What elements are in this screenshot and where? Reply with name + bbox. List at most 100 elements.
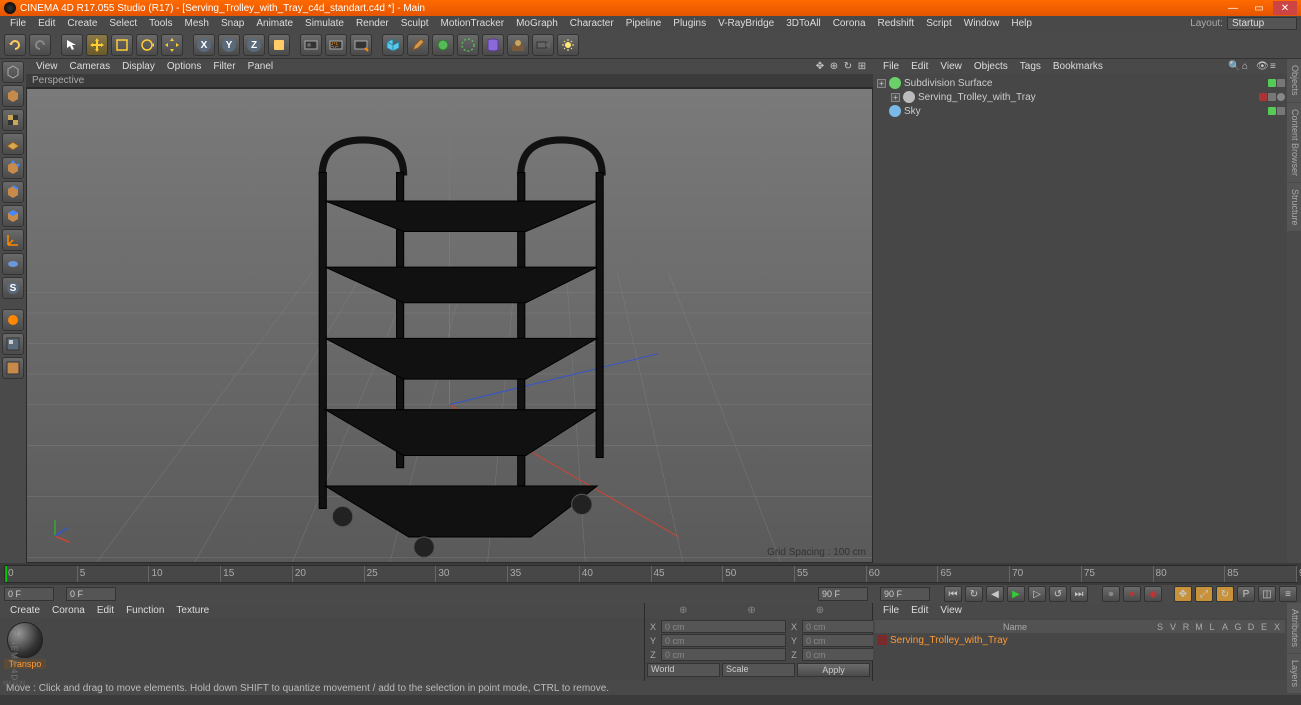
snap-button[interactable]: S (2, 277, 24, 299)
key-param-button[interactable]: P (1237, 586, 1255, 602)
attr-col-g[interactable]: G (1232, 622, 1244, 632)
visibility-dot[interactable] (1277, 107, 1285, 115)
material-list[interactable]: Transpo (0, 618, 644, 681)
menu-simulate[interactable]: Simulate (299, 18, 350, 29)
expand-icon[interactable]: + (877, 79, 886, 88)
scale-button[interactable] (111, 34, 133, 56)
nurbs-button[interactable] (432, 34, 454, 56)
side-tab-structure[interactable]: Structure (1287, 183, 1301, 232)
layer-row[interactable]: Serving_Trolley_with_Tray (875, 633, 1285, 647)
vp-menu-options[interactable]: Options (161, 61, 207, 72)
attr-col-d[interactable]: D (1245, 622, 1257, 632)
pos-x-input[interactable] (661, 620, 786, 633)
attr-menu-file[interactable]: File (877, 605, 905, 616)
menu-character[interactable]: Character (564, 18, 620, 29)
generator-button[interactable] (457, 34, 479, 56)
camera-button[interactable] (532, 34, 554, 56)
attr-col-e[interactable]: E (1258, 622, 1270, 632)
vp-rotate-icon[interactable]: ↻ (842, 61, 854, 73)
texture-mode-button[interactable] (2, 109, 24, 131)
menu-animate[interactable]: Animate (250, 18, 299, 29)
range-start-input[interactable] (66, 587, 116, 601)
vp-menu-filter[interactable]: Filter (207, 61, 241, 72)
obj-menu-tags[interactable]: Tags (1014, 61, 1047, 72)
obj-menu-bookmarks[interactable]: Bookmarks (1047, 61, 1109, 72)
attr-col-x[interactable]: X (1271, 622, 1283, 632)
menu-script[interactable]: Script (920, 18, 958, 29)
menu-mesh[interactable]: Mesh (179, 18, 215, 29)
attr-menu-edit[interactable]: Edit (905, 605, 934, 616)
menu-v-raybridge[interactable]: V-RayBridge (712, 18, 780, 29)
recent-tool-button[interactable] (161, 34, 183, 56)
menu-motiontracker[interactable]: MotionTracker (435, 18, 511, 29)
vp-menu-display[interactable]: Display (116, 61, 161, 72)
redo-button[interactable] (29, 34, 51, 56)
attr-col-s[interactable]: S (1154, 622, 1166, 632)
goto-start-button[interactable]: ⏮ (944, 586, 962, 602)
vp-nav-icon[interactable]: ✥ (814, 61, 826, 73)
menu-select[interactable]: Select (103, 18, 143, 29)
apply-button[interactable]: Apply (797, 663, 870, 677)
play-button[interactable]: ▶ (1007, 586, 1025, 602)
menu-redshift[interactable]: Redshift (872, 18, 921, 29)
attr-col-r[interactable]: R (1180, 622, 1192, 632)
key-pos-button[interactable]: ✥ (1174, 586, 1192, 602)
attr-col-l[interactable]: L (1206, 622, 1218, 632)
obj-menu-file[interactable]: File (877, 61, 905, 72)
viewport-solo-button[interactable] (2, 333, 24, 355)
obj-menu-objects[interactable]: Objects (968, 61, 1014, 72)
tweak-button[interactable] (2, 253, 24, 275)
tree-row[interactable]: +Serving_Trolley_with_Tray (875, 90, 1285, 104)
obj-menu-view[interactable]: View (934, 61, 968, 72)
environment-button[interactable] (507, 34, 529, 56)
side-tab-objects[interactable]: Objects (1287, 59, 1301, 102)
menu-sculpt[interactable]: Sculpt (395, 18, 435, 29)
goto-end-button[interactable]: ⏭ (1070, 586, 1088, 602)
edge-mode-button[interactable] (2, 181, 24, 203)
menu-plugins[interactable]: Plugins (667, 18, 712, 29)
undo-button[interactable] (4, 34, 26, 56)
attr-col-name[interactable]: Name (877, 622, 1153, 632)
menu-help[interactable]: Help (1005, 18, 1038, 29)
axis-button[interactable] (2, 229, 24, 251)
model-mode-button[interactable] (2, 85, 24, 107)
vp-menu-view[interactable]: View (30, 61, 64, 72)
x-axis-button[interactable]: X (193, 34, 215, 56)
attr-tab-layers[interactable]: Layers (1287, 654, 1301, 693)
obj-menu-edit[interactable]: Edit (905, 61, 934, 72)
vp-layout-icon[interactable]: ⊞ (856, 61, 868, 73)
maximize-button[interactable]: ▭ (1247, 1, 1271, 15)
loop-button[interactable]: ↻ (965, 586, 983, 602)
pos-z-input[interactable] (661, 648, 786, 661)
keyframe-sel-button[interactable]: ◆ (1144, 586, 1162, 602)
home-icon[interactable]: ⌂ (1242, 61, 1254, 73)
coord-mode2-dropdown[interactable]: Scale (722, 663, 795, 677)
close-button[interactable]: ✕ (1273, 1, 1297, 15)
coord-mode1-dropdown[interactable]: World (647, 663, 720, 677)
attr-col-a[interactable]: A (1219, 622, 1231, 632)
viewport-3d[interactable]: Grid Spacing : 100 cm (26, 88, 873, 563)
y-axis-button[interactable]: Y (218, 34, 240, 56)
layer-color[interactable] (877, 635, 887, 645)
layout-dropdown[interactable]: Startup (1227, 17, 1297, 30)
autokey-button[interactable]: ⏺ (1123, 586, 1141, 602)
menu-pipeline[interactable]: Pipeline (620, 18, 668, 29)
soft-select-button[interactable] (2, 309, 24, 331)
mat-menu-corona[interactable]: Corona (46, 605, 91, 616)
minimize-button[interactable]: — (1221, 1, 1245, 15)
vp-menu-panel[interactable]: Panel (242, 61, 280, 72)
key-scale-button[interactable]: ⤢ (1195, 586, 1213, 602)
visibility-dot[interactable] (1277, 79, 1285, 87)
attr-col-m[interactable]: M (1193, 622, 1205, 632)
expand-icon[interactable]: + (891, 93, 900, 102)
menu-window[interactable]: Window (958, 18, 1006, 29)
rotate-button[interactable] (136, 34, 158, 56)
menu-tools[interactable]: Tools (143, 18, 178, 29)
mat-menu-function[interactable]: Function (120, 605, 170, 616)
light-button[interactable] (557, 34, 579, 56)
menu-corona[interactable]: Corona (827, 18, 872, 29)
render-region-button[interactable] (325, 34, 347, 56)
project-start-input[interactable] (4, 587, 54, 601)
side-tab-content-browser[interactable]: Content Browser (1287, 103, 1301, 182)
menu-file[interactable]: File (4, 18, 32, 29)
